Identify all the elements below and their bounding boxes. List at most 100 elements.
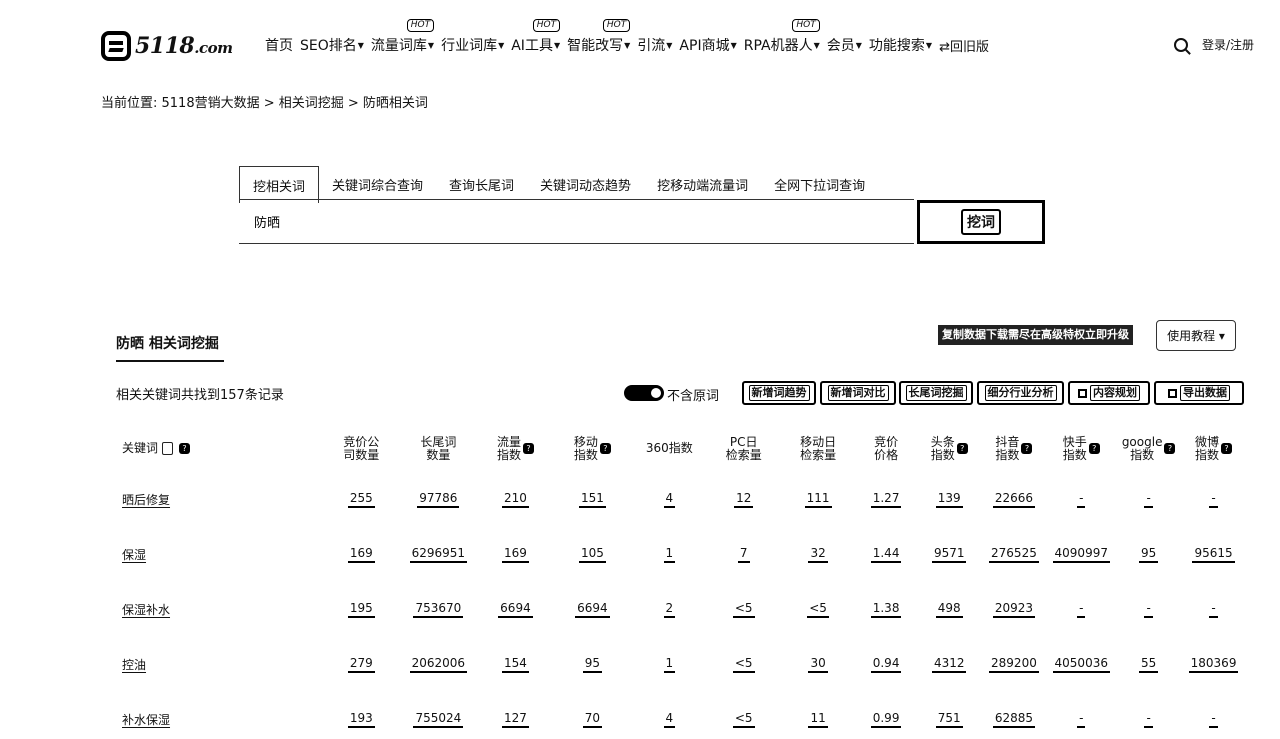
metric-value-link[interactable]: - <box>1144 492 1153 508</box>
metric-value-link[interactable]: - <box>1209 602 1218 618</box>
metric-value-link[interactable]: 4 <box>663 712 676 728</box>
metric-value-link[interactable]: 195 <box>347 602 375 618</box>
metric-value-link[interactable]: 22666 <box>992 492 1036 508</box>
help-icon[interactable]: ? <box>1088 443 1100 454</box>
metric-value-link[interactable]: 32 <box>808 547 828 563</box>
site-logo[interactable]: 5118.com <box>101 31 233 61</box>
metric-value-link[interactable]: 55 <box>1139 657 1159 673</box>
metric-value-link[interactable]: 193 <box>347 712 375 728</box>
column-header[interactable]: 长尾词 数量 <box>398 425 478 472</box>
metric-value-link[interactable]: 62885 <box>992 712 1036 728</box>
metric-value-link[interactable]: 97786 <box>417 492 460 508</box>
nav-item-9[interactable]: 会员▼ <box>827 35 862 55</box>
metric-value-link[interactable]: 1 <box>663 547 676 563</box>
metric-value-link[interactable]: 0.94 <box>870 657 902 673</box>
metric-value-link[interactable]: 0.99 <box>870 712 902 728</box>
nav-item-0[interactable]: 首页 <box>265 35 293 55</box>
content-plan-button[interactable]: 内容规划 <box>1068 381 1150 405</box>
help-icon[interactable]: ? <box>599 443 611 454</box>
metric-value-link[interactable]: 1.44 <box>870 547 902 563</box>
industry-analysis-button[interactable]: 细分行业分析 <box>977 381 1064 405</box>
metric-value-link[interactable]: 2 <box>663 602 676 618</box>
metric-value-link[interactable]: 276525 <box>989 547 1039 563</box>
long-tail-mining-button[interactable]: 长尾词挖掘 <box>899 381 973 405</box>
exclude-original-toggle[interactable] <box>624 385 664 401</box>
metric-value-link[interactable]: 154 <box>502 657 529 673</box>
help-icon[interactable]: ? <box>1221 443 1233 454</box>
metric-value-link[interactable]: 151 <box>578 492 606 508</box>
metric-value-link[interactable]: 70 <box>582 712 603 728</box>
metric-value-link[interactable]: 180369 <box>1188 657 1239 673</box>
metric-value-link[interactable]: 751 <box>935 712 963 728</box>
nav-item-6[interactable]: 引流▼ <box>637 35 672 55</box>
search-button[interactable]: 挖词 <box>917 200 1045 244</box>
column-header[interactable]: 360指数 <box>632 425 706 472</box>
metric-value-link[interactable]: 4050036 <box>1052 657 1110 673</box>
metric-value-link[interactable]: 255 <box>347 492 375 508</box>
help-icon[interactable]: ? <box>522 443 534 454</box>
metric-value-link[interactable]: 279 <box>347 657 375 673</box>
metric-value-link[interactable]: 1 <box>663 657 676 673</box>
metric-value-link[interactable]: - <box>1144 712 1153 728</box>
metric-value-link[interactable]: 20923 <box>992 602 1036 618</box>
login-link[interactable]: 登录/注册 <box>1202 36 1254 53</box>
nav-item-11[interactable]: ⇄回旧版 <box>939 36 989 55</box>
help-icon[interactable]: ? <box>179 443 191 454</box>
metric-value-link[interactable]: - <box>1077 492 1086 508</box>
metric-value-link[interactable]: 1.27 <box>870 492 902 508</box>
metric-value-link[interactable]: 95 <box>582 657 603 673</box>
metric-value-link[interactable]: 12 <box>734 492 754 508</box>
metric-value-link[interactable]: 4312 <box>931 657 967 673</box>
metric-value-link[interactable]: 498 <box>935 602 963 618</box>
metric-value-link[interactable]: 6694 <box>575 602 610 618</box>
nav-item-5[interactable]: 智能改写▼ HOT <box>567 19 631 55</box>
metric-value-link[interactable]: 4 <box>663 492 676 508</box>
column-header[interactable]: 头条 指数? <box>917 425 982 472</box>
column-header[interactable]: 微博 指数? <box>1181 425 1246 472</box>
metric-value-link[interactable]: <5 <box>807 602 829 618</box>
metric-value-link[interactable]: 6296951 <box>409 547 468 563</box>
metric-value-link[interactable]: 9571 <box>931 547 967 563</box>
nav-item-8[interactable]: RPA机器人▼ HOT <box>744 19 820 55</box>
metric-value-link[interactable]: - <box>1077 712 1086 728</box>
nav-item-2[interactable]: 流量词库▼ HOT <box>371 19 435 55</box>
metric-value-link[interactable]: 95615 <box>1192 547 1235 563</box>
column-header[interactable]: 抖音 指数? <box>982 425 1047 472</box>
column-header[interactable]: PC日 检索量 <box>707 425 781 472</box>
metric-value-link[interactable]: 105 <box>578 547 606 563</box>
keyword-link[interactable]: 控油 <box>122 658 146 672</box>
metric-value-link[interactable]: 289200 <box>989 657 1039 673</box>
metric-value-link[interactable]: <5 <box>732 712 755 728</box>
nav-item-7[interactable]: API商城▼ <box>679 35 736 55</box>
keyword-link[interactable]: 晒后修复 <box>122 493 170 507</box>
search-tab-2[interactable]: 查询长尾词 <box>436 166 527 203</box>
nav-item-4[interactable]: AI工具▼ HOT <box>511 19 561 55</box>
search-tab-5[interactable]: 全网下拉词查询 <box>761 166 878 203</box>
search-tab-1[interactable]: 关键词综合查询 <box>319 166 436 203</box>
metric-value-link[interactable]: - <box>1144 602 1153 618</box>
metric-value-link[interactable]: 753670 <box>413 602 464 618</box>
new-word-compare-button[interactable]: 新增词对比 <box>820 381 896 405</box>
column-header[interactable]: 快手 指数? <box>1046 425 1116 472</box>
metric-value-link[interactable]: 755024 <box>413 712 464 728</box>
column-header[interactable]: 竞价公 司数量 <box>324 425 398 472</box>
help-icon[interactable]: ? <box>956 443 968 454</box>
copy-icon[interactable] <box>162 442 174 455</box>
column-header[interactable]: google 指数? <box>1116 425 1181 472</box>
column-header[interactable]: 流量 指数? <box>478 425 553 472</box>
nav-item-1[interactable]: SEO排名▼ <box>300 35 364 55</box>
metric-value-link[interactable]: <5 <box>732 602 755 618</box>
nav-item-3[interactable]: 行业词库▼ <box>441 35 504 55</box>
metric-value-link[interactable]: 2062006 <box>409 657 468 673</box>
metric-value-link[interactable]: 169 <box>347 547 375 563</box>
metric-value-link[interactable]: 127 <box>502 712 529 728</box>
column-header[interactable]: 移动日 检索量 <box>781 425 855 472</box>
metric-value-link[interactable]: 111 <box>804 492 832 508</box>
metric-value-link[interactable]: 6694 <box>498 602 533 618</box>
metric-value-link[interactable]: - <box>1077 602 1086 618</box>
nav-item-10[interactable]: 功能搜索▼ <box>869 35 932 55</box>
column-header[interactable]: 移动 指数? <box>553 425 632 472</box>
metric-value-link[interactable]: 7 <box>737 547 750 563</box>
keyword-link[interactable]: 保湿 <box>122 548 146 562</box>
search-tab-0[interactable]: 挖相关词 <box>239 166 320 203</box>
